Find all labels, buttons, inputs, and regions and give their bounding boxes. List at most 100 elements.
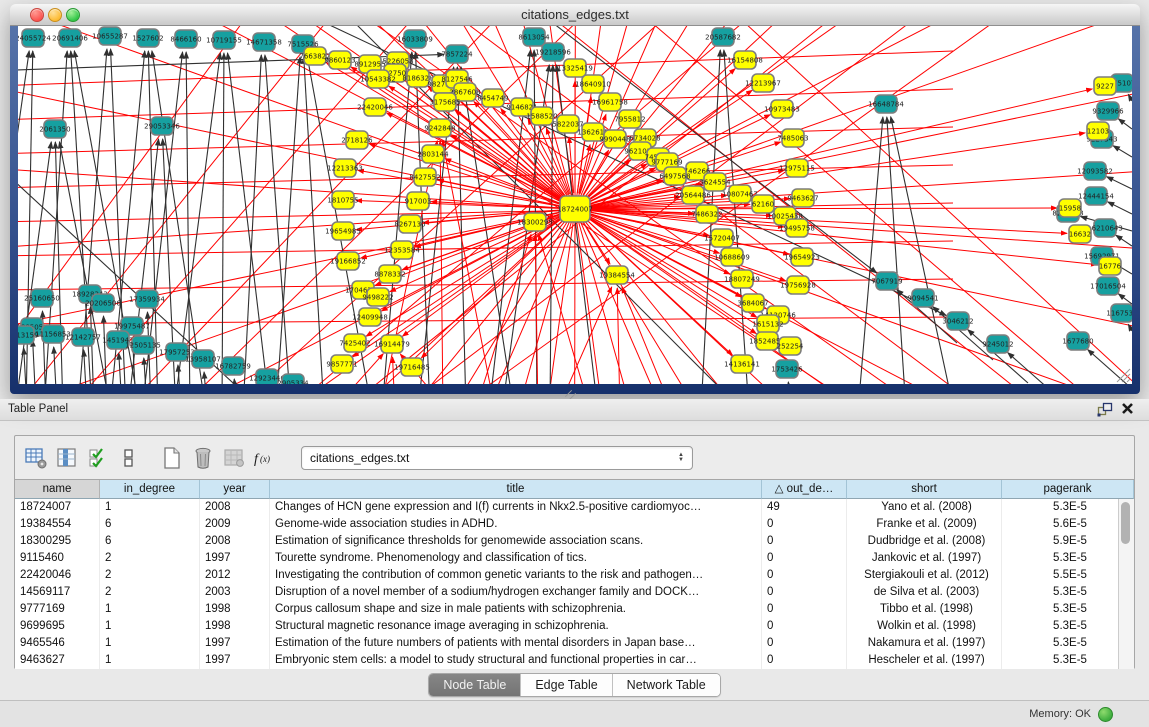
graph-node[interactable]: 9094541 — [907, 289, 938, 307]
graph-node[interactable]: 19166852 — [330, 252, 366, 270]
graph-node[interactable]: 17016504 — [1090, 277, 1126, 295]
table-row[interactable]: 1872400712008Changes of HCN gene express… — [15, 499, 1134, 516]
table-selector-dropdown[interactable]: citations_edges.txt ▲▼ — [301, 446, 693, 470]
graph-node[interactable]: 2718126 — [341, 131, 373, 149]
graph-node[interactable]: 19716485 — [394, 358, 430, 376]
table-row[interactable]: 1830029562008Estimation of significance … — [15, 533, 1134, 550]
graph-node[interactable]: 10688609 — [714, 248, 750, 266]
table-row[interactable]: 946554611997Estimation of the future num… — [15, 635, 1134, 652]
graph-node[interactable]: 9498222 — [362, 288, 393, 306]
graph-node[interactable]: 14671358 — [246, 33, 282, 51]
column-header-short[interactable]: short — [847, 480, 1002, 499]
create-column-button[interactable] — [159, 445, 185, 471]
table-row[interactable]: 946362711997Embryonic stem cells: a mode… — [15, 652, 1134, 669]
column-header-in_degree[interactable]: in_degree — [100, 480, 200, 499]
graph-node[interactable]: 16632 — [1069, 225, 1091, 243]
tab-edge-table[interactable]: Edge Table — [521, 674, 612, 696]
graph-node[interactable]: 1753426 — [771, 360, 803, 378]
graph-node[interactable]: 12353584 — [384, 241, 420, 259]
function-builder-button[interactable]: f (x) — [252, 445, 278, 471]
window-titlebar[interactable]: citations_edges.txt — [10, 4, 1140, 26]
scrollbar-thumb[interactable] — [1121, 502, 1130, 544]
graph-node[interactable]: 24055724 — [18, 29, 51, 47]
graph-node[interactable]: 7955812 — [614, 110, 645, 128]
table-row[interactable]: 977716911998Corpus callosum shape and si… — [15, 601, 1134, 618]
canvas-resize-grip[interactable] — [1117, 369, 1130, 382]
table-row[interactable]: 2242004622012Investigating the contribut… — [15, 567, 1134, 584]
graph-node[interactable]: 1615132 — [752, 315, 783, 333]
graph-node[interactable]: 16648784 — [868, 95, 904, 113]
graph-node[interactable]: 9329966 — [1092, 102, 1124, 120]
graph-node[interactable]: 7067919 — [871, 272, 902, 290]
graph-node[interactable]: 20691406 — [52, 29, 88, 47]
table-row[interactable]: 969969511998Structural magnetic resonanc… — [15, 618, 1134, 635]
graph-node[interactable]: 8267130 — [394, 215, 425, 233]
graph-node[interactable]: 7485063 — [777, 129, 808, 147]
table-scrollbar[interactable] — [1118, 499, 1134, 669]
tab-network-table[interactable]: Network Table — [613, 674, 720, 696]
graph-node[interactable]: 16776 — [1099, 257, 1122, 275]
graph-node[interactable]: 7486322 — [691, 205, 722, 223]
graph-node[interactable]: 9990448 — [599, 130, 630, 148]
graph-node[interactable]: 1677680 — [1062, 332, 1093, 350]
graph-node[interactable]: 10719155 — [206, 31, 242, 49]
delete-table-button[interactable] — [221, 445, 247, 471]
graph-node[interactable]: 2061350 — [39, 120, 70, 138]
column-header-title[interactable]: title — [270, 480, 762, 499]
graph-node[interactable]: 9463627 — [787, 189, 818, 207]
graph-node[interactable]: 19384554 — [599, 266, 635, 284]
graph-node[interactable]: 1810755 — [327, 191, 358, 209]
float-panel-button[interactable] — [1097, 402, 1115, 418]
graph-node[interactable]: 14136141 — [724, 355, 760, 373]
graph-node[interactable]: 19756928 — [780, 276, 816, 294]
graph-node[interactable]: 12103 — [1087, 122, 1109, 140]
tab-node-table[interactable]: Node Table — [429, 674, 521, 696]
column-header-pagerank[interactable]: pagerank — [1002, 480, 1134, 499]
graph-node[interactable]: 9242848 — [424, 119, 455, 137]
graph-node[interactable]: 252254 — [777, 337, 804, 355]
graph-node[interactable]: 7425402 — [339, 334, 370, 352]
graph-node[interactable]: 18724007 — [557, 196, 593, 222]
graph-node[interactable]: 10655287 — [92, 27, 128, 45]
graph-node[interactable]: 3175685 — [429, 93, 460, 111]
graph-node[interactable]: 9245012 — [982, 335, 1013, 353]
graph-node[interactable]: 8466160 — [170, 30, 201, 48]
close-panel-button[interactable] — [1121, 402, 1139, 418]
graph-node[interactable]: 12213363 — [327, 159, 363, 177]
column-header-out_degree[interactable]: △ out_de… — [762, 480, 847, 499]
graph-node[interactable]: 917003 — [405, 192, 432, 210]
table-row[interactable]: 1456911722003Disruption of a novel membe… — [15, 584, 1134, 601]
graph-node[interactable]: 12213967 — [745, 74, 781, 92]
graph-node[interactable]: 9227 — [1094, 77, 1116, 95]
graph-node[interactable]: 1167533 — [1106, 304, 1132, 322]
graph-node[interactable]: 9857771 — [326, 355, 357, 373]
graph-node[interactable]: 16210643 — [1087, 219, 1123, 237]
graph-node[interactable]: 9860123 — [324, 51, 355, 69]
graph-node[interactable]: 8427552 — [409, 168, 440, 186]
graph-node[interactable]: 6497568 — [659, 167, 690, 185]
table-mode-button[interactable] — [23, 445, 49, 471]
selection-mode-button[interactable] — [85, 445, 111, 471]
column-header-year[interactable]: year — [200, 480, 270, 499]
delete-column-button[interactable] — [190, 445, 216, 471]
network-canvas[interactable]: 2405572420691406106552871527602 8466160 10… — [18, 26, 1132, 384]
table-row[interactable]: 1938455462009Genome-wide association stu… — [15, 516, 1134, 533]
graph-node[interactable]: 62160 — [752, 195, 774, 213]
graph-node[interactable]: 15958 — [1059, 199, 1081, 217]
graph-node[interactable]: 1527602 — [132, 29, 163, 47]
graph-node[interactable]: 16914479 — [374, 335, 410, 353]
graph-node[interactable]: 16154808 — [727, 51, 763, 69]
graph-node[interactable]: 3046212 — [942, 312, 973, 330]
graph-node[interactable]: 16961758 — [592, 93, 628, 111]
table-row[interactable]: 911546021997Tourette syndrome. Phenomeno… — [15, 550, 1134, 567]
graph-node[interactable]: 8878332 — [374, 265, 405, 283]
graph-node[interactable]: 8454749 — [477, 89, 508, 107]
row-height-button[interactable] — [116, 445, 142, 471]
column-header-name[interactable]: name — [15, 480, 100, 499]
memory-status-indicator[interactable] — [1098, 707, 1113, 722]
graph-node[interactable]: 19654923 — [784, 248, 820, 266]
graph-node[interactable]: 16033809 — [397, 30, 433, 48]
graph-node[interactable]: 3684067 — [737, 294, 768, 312]
column-visibility-button[interactable] — [54, 445, 80, 471]
graph-node[interactable]: 3624554 — [699, 173, 731, 191]
